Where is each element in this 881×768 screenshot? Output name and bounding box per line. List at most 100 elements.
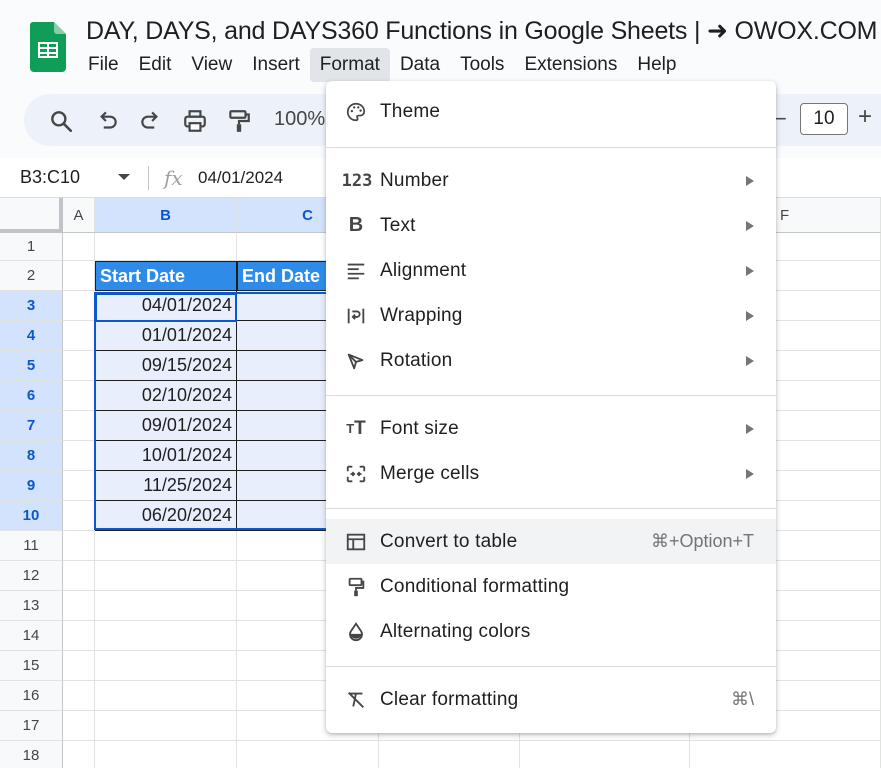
row-header-12[interactable]: 12	[0, 561, 63, 591]
row-header-11[interactable]: 11	[0, 531, 63, 561]
name-box-dropdown-icon[interactable]	[118, 174, 130, 180]
cell[interactable]	[690, 741, 881, 768]
print-icon[interactable]	[182, 108, 208, 134]
format-menu-rotation-label: Rotation	[380, 349, 453, 371]
cell[interactable]	[63, 233, 95, 261]
menu-tools[interactable]: Tools	[450, 48, 514, 82]
search-icon[interactable]	[48, 108, 74, 134]
sheets-logo-icon[interactable]	[30, 22, 66, 72]
row-header-9[interactable]: 9	[0, 471, 63, 501]
row-header-3[interactable]: 3	[0, 291, 63, 321]
formula-input[interactable]: 04/01/2024	[198, 168, 283, 188]
name-box[interactable]: B3:C10	[20, 167, 80, 188]
start-date-cell[interactable]: 01/01/2024	[95, 321, 237, 351]
menu-insert[interactable]: Insert	[242, 48, 310, 82]
column-header-b[interactable]: B	[95, 198, 237, 233]
start-date-cell[interactable]: 09/15/2024	[95, 351, 237, 381]
format-menu-font-size[interactable]: TT Font size	[326, 406, 776, 451]
row-header-18[interactable]: 18	[0, 741, 63, 768]
document-title[interactable]: DAY, DAYS, and DAYS360 Functions in Goog…	[86, 16, 878, 46]
submenu-arrow-icon	[746, 220, 754, 231]
start-date-cell[interactable]: 06/20/2024	[95, 501, 237, 531]
row-header-10[interactable]: 10	[0, 501, 63, 531]
cell[interactable]	[63, 381, 95, 411]
header-cell-start-date[interactable]: Start Date	[95, 261, 237, 291]
cell[interactable]	[63, 651, 95, 681]
cell[interactable]	[95, 621, 237, 651]
menu-file[interactable]: File	[78, 48, 129, 82]
format-menu-clear-formatting[interactable]: Clear formatting ⌘\	[326, 677, 776, 722]
cell[interactable]	[63, 261, 95, 291]
menu-edit[interactable]: Edit	[129, 48, 182, 82]
start-date-cell[interactable]: 10/01/2024	[95, 441, 237, 471]
cell[interactable]	[63, 711, 95, 741]
start-date-cell[interactable]: 11/25/2024	[95, 471, 237, 501]
cell[interactable]	[63, 621, 95, 651]
select-all-corner[interactable]	[0, 198, 63, 233]
font-size-increase-button[interactable]: +	[858, 103, 872, 131]
cell[interactable]	[95, 681, 237, 711]
cell[interactable]	[63, 321, 95, 351]
paint-format-icon[interactable]	[226, 108, 252, 134]
row-header-14[interactable]: 14	[0, 621, 63, 651]
column-header-a[interactable]: A	[63, 198, 95, 233]
cell[interactable]	[95, 741, 237, 768]
row-header-17[interactable]: 17	[0, 711, 63, 741]
cell[interactable]	[63, 561, 95, 591]
cell[interactable]	[63, 351, 95, 381]
menu-help[interactable]: Help	[627, 48, 686, 82]
submenu-arrow-icon	[746, 175, 754, 186]
cell[interactable]	[63, 531, 95, 561]
format-menu-alternating-colors[interactable]: Alternating colors	[326, 609, 776, 654]
cell[interactable]	[63, 591, 95, 621]
format-menu-merge-cells[interactable]: Merge cells	[326, 451, 776, 496]
menu-data[interactable]: Data	[390, 48, 450, 82]
cell[interactable]	[63, 441, 95, 471]
cell[interactable]	[63, 471, 95, 501]
format-menu-convert-to-table[interactable]: Convert to table ⌘+Option+T	[326, 519, 776, 564]
wrap-icon	[344, 304, 368, 328]
row-header-5[interactable]: 5	[0, 351, 63, 381]
redo-icon[interactable]	[138, 108, 164, 134]
start-date-cell[interactable]: 02/10/2024	[95, 381, 237, 411]
cell[interactable]	[63, 681, 95, 711]
format-menu-wrapping[interactable]: Wrapping	[326, 293, 776, 338]
row-header-1[interactable]: 1	[0, 233, 63, 261]
cell[interactable]	[379, 741, 520, 768]
cell[interactable]	[95, 233, 237, 261]
cell[interactable]	[95, 531, 237, 561]
undo-icon[interactable]	[94, 108, 120, 134]
submenu-arrow-icon	[746, 468, 754, 479]
format-menu-theme[interactable]: Theme	[326, 89, 776, 134]
format-menu-number[interactable]: 123 Number	[326, 158, 776, 203]
row-header-16[interactable]: 16	[0, 681, 63, 711]
menu-format[interactable]: Format	[309, 48, 390, 82]
font-size-input[interactable]: 10	[800, 103, 848, 135]
row-header-4[interactable]: 4	[0, 321, 63, 351]
cell[interactable]	[95, 591, 237, 621]
row-header-13[interactable]: 13	[0, 591, 63, 621]
row-header-6[interactable]: 6	[0, 381, 63, 411]
row-header-8[interactable]: 8	[0, 441, 63, 471]
start-date-cell[interactable]: 09/01/2024	[95, 411, 237, 441]
format-menu-alignment[interactable]: Alignment	[326, 248, 776, 293]
cell[interactable]	[237, 741, 379, 768]
cell[interactable]	[63, 741, 95, 768]
row-header-7[interactable]: 7	[0, 411, 63, 441]
start-date-cell[interactable]: 04/01/2024	[95, 291, 237, 321]
row-header-2[interactable]: 2	[0, 261, 63, 291]
cell[interactable]	[63, 291, 95, 321]
menu-extensions[interactable]: Extensions	[514, 48, 627, 82]
format-menu-rotation[interactable]: Rotation	[326, 338, 776, 383]
row-header-15[interactable]: 15	[0, 651, 63, 681]
format-menu-text[interactable]: B Text	[326, 203, 776, 248]
cell[interactable]	[520, 741, 690, 768]
cell[interactable]	[95, 561, 237, 591]
format-menu-conditional-formatting[interactable]: Conditional formatting	[326, 564, 776, 609]
menu-view[interactable]: View	[181, 48, 242, 82]
cell[interactable]	[63, 501, 95, 531]
cell[interactable]	[95, 651, 237, 681]
zoom-select[interactable]: 100%	[274, 108, 325, 131]
cell[interactable]	[95, 711, 237, 741]
cell[interactable]	[63, 411, 95, 441]
